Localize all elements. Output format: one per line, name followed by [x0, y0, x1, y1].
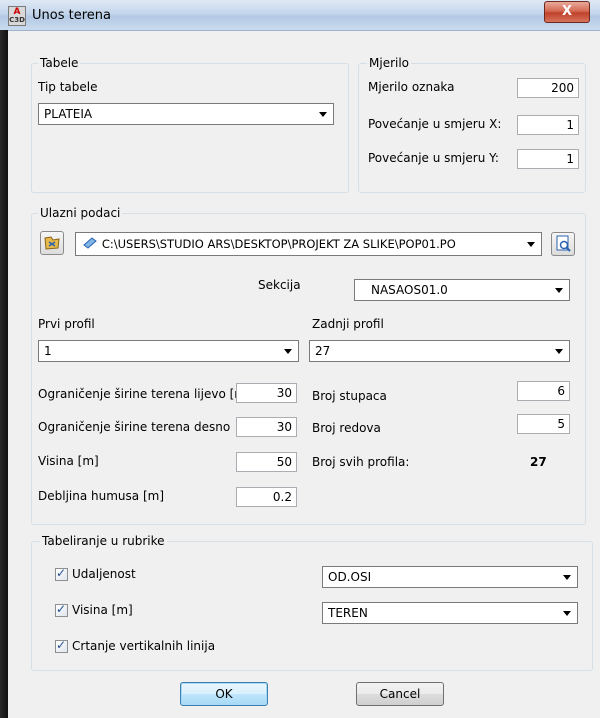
chevron-down-icon: [563, 611, 571, 616]
povecanje-x-label: Povećanje u smjeru X:: [368, 117, 502, 131]
vertikalne-linije-checkbox[interactable]: [55, 638, 68, 653]
tip-tabele-label: Tip tabele: [38, 80, 98, 94]
prvi-profil-select[interactable]: 1: [38, 340, 299, 362]
ogranicenje-lijevo-label: Ograničenje širine terena lijevo [m]: [38, 387, 251, 401]
broj-stupaca-label: Broj stupaca: [312, 389, 387, 403]
broj-svih-profila-value: 27: [530, 455, 547, 469]
app-icon: A C3D: [8, 6, 26, 26]
sekcija-select[interactable]: NASAOS01.0: [354, 279, 570, 301]
browse-button[interactable]: [40, 231, 64, 255]
debljina-humusa-input[interactable]: 0.2: [236, 487, 297, 507]
chevron-down-icon: [527, 242, 535, 247]
mjerilo-legend: Mjerilo: [367, 56, 412, 70]
file-path-value: C:\USERS\STUDIO ARS\DESKTOP\PROJEKT ZA S…: [101, 237, 456, 251]
preview-button[interactable]: [551, 232, 575, 256]
mjerilo-oznaka-label: Mjerilo oznaka: [368, 80, 455, 94]
window-left-border: [0, 30, 8, 718]
close-button[interactable]: X: [544, 1, 590, 23]
broj-redova-input[interactable]: 5: [517, 414, 570, 434]
visina-label: Visina [m]: [38, 454, 99, 468]
udaljenost-value: OD.OSI: [328, 570, 372, 584]
file-path-select[interactable]: C:\USERS\STUDIO ARS\DESKTOP\PROJEKT ZA S…: [75, 232, 542, 256]
ulazni-podaci-group: Ulazni podaci: [31, 206, 586, 525]
tabeliranje-legend: Tabeliranje u rubrike: [40, 534, 167, 548]
chevron-down-icon: [319, 112, 327, 117]
zadnji-profil-label: Zadnji profil: [312, 317, 384, 331]
sekcija-label: Sekcija: [258, 278, 301, 292]
zadnji-profil-value: 27: [315, 344, 331, 358]
visina-rubrika-select[interactable]: TEREN: [322, 602, 578, 624]
window-title: Unos terena: [32, 8, 111, 23]
tabele-legend: Tabele: [38, 56, 81, 70]
zadnji-profil-select[interactable]: 27: [309, 340, 570, 362]
broj-svih-profila-label: Broj svih profila:: [312, 455, 410, 469]
chevron-down-icon: [563, 575, 571, 580]
visina-rubrika-label: Visina [m]: [72, 603, 133, 617]
povecanje-y-label: Povećanje u smjeru Y:: [368, 151, 499, 165]
sekcija-value: NASAOS01.0: [371, 283, 448, 297]
tip-tabele-select[interactable]: PLATEIA: [38, 103, 334, 125]
povecanje-y-input[interactable]: 1: [517, 149, 579, 169]
mjerilo-oznaka-input[interactable]: 200: [517, 78, 579, 98]
udaljenost-select[interactable]: OD.OSI: [322, 566, 578, 588]
prvi-profil-value: 1: [44, 344, 52, 358]
ogranicenje-desno-label: Ograničenje širine terena desno: [38, 420, 231, 434]
folder-browse-icon: [44, 236, 60, 250]
title-bar: A C3D Unos terena X: [0, 0, 600, 31]
visina-rubrika-checkbox[interactable]: [55, 602, 68, 617]
dialog-window: A C3D Unos terena X Tabele Tip tabele PLA…: [0, 0, 600, 718]
visina-input[interactable]: 50: [236, 452, 297, 472]
ogranicenje-lijevo-input[interactable]: 30: [236, 383, 297, 403]
vertikalne-linije-label: Crtanje vertikalnih linija: [72, 639, 216, 653]
debljina-humusa-label: Debljina humusa [m]: [38, 489, 164, 503]
ulazni-podaci-legend: Ulazni podaci: [38, 206, 123, 220]
udaljenost-label: Udaljenost: [72, 567, 136, 581]
cancel-button[interactable]: Cancel: [356, 682, 444, 706]
tip-tabele-value: PLATEIA: [44, 107, 93, 121]
udaljenost-checkbox[interactable]: [55, 566, 68, 581]
ok-button[interactable]: OK: [180, 682, 268, 706]
chevron-down-icon: [555, 288, 563, 293]
ogranicenje-desno-input[interactable]: 30: [236, 417, 297, 437]
broj-redova-label: Broj redova: [312, 421, 381, 435]
povecanje-x-input[interactable]: 1: [517, 115, 579, 135]
prvi-profil-label: Prvi profil: [38, 317, 95, 331]
file-icon: [83, 237, 97, 249]
preview-icon: [556, 235, 571, 252]
broj-stupaca-input[interactable]: 6: [517, 381, 570, 401]
chevron-down-icon: [555, 349, 563, 354]
chevron-down-icon: [284, 349, 292, 354]
visina-rubrika-value: TEREN: [328, 606, 368, 620]
